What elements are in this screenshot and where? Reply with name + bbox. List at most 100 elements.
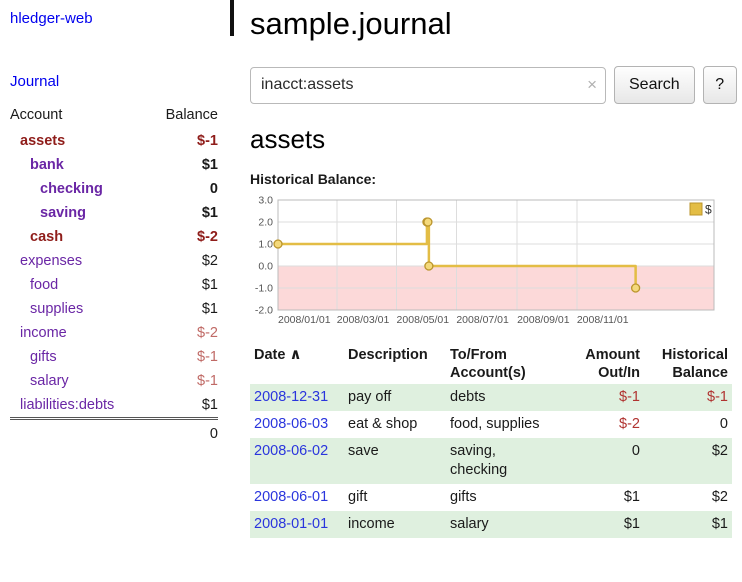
app-title-link[interactable]: hledger-web (10, 10, 238, 27)
account-balance: $1 (148, 297, 218, 321)
account-balance: 0 (148, 177, 218, 201)
search-button[interactable]: Search (614, 66, 695, 104)
search-box: × (250, 67, 606, 104)
transaction-amount: $-1 (558, 384, 644, 411)
svg-text:2008/01/01: 2008/01/01 (278, 314, 331, 326)
transaction-description: gift (344, 484, 446, 511)
total-balance: 0 (148, 419, 218, 447)
transaction-date-cell: 2008-06-01 (250, 484, 344, 511)
date-column-header[interactable]: Date ∧ (250, 344, 344, 384)
account-row: assets $-1 (10, 129, 218, 153)
register-row: 2008-06-01giftgifts$1$2 (250, 484, 732, 511)
svg-text:2008/07/01: 2008/07/01 (456, 314, 509, 326)
account-row: saving $1 (10, 201, 218, 225)
sidebar-item-journal[interactable]: Journal (10, 73, 238, 90)
account-heading: assets (250, 124, 737, 155)
svg-text:-1.0: -1.0 (255, 283, 273, 295)
transaction-amount: $1 (558, 484, 644, 511)
account-link-income[interactable]: income (20, 325, 67, 341)
svg-text:2.0: 2.0 (258, 217, 273, 229)
account-row: gifts $-1 (10, 345, 218, 369)
account-balance: $-1 (148, 345, 218, 369)
legend-label: $ (705, 203, 712, 217)
data-point-marker (274, 240, 282, 248)
account-row: liabilities:debts $1 (10, 393, 218, 419)
transaction-amount: 0 (558, 438, 644, 484)
historical-balance-chart: 3.0 2.0 1.0 0.0 -1.0 -2.0 2008/01/01 2008/03/01… (250, 195, 716, 328)
sidebar-scrollbar-thumb[interactable] (230, 0, 234, 36)
transaction-description: income (344, 511, 446, 538)
transaction-accounts: salary (446, 511, 558, 538)
total-row: 0 (10, 419, 218, 447)
transaction-date-link[interactable]: 2008-01-01 (254, 516, 328, 532)
account-column-header: Account (10, 104, 148, 129)
historical-balance-column-header: Historical Balance (644, 344, 732, 384)
account-row: food $1 (10, 273, 218, 297)
svg-text:0.0: 0.0 (258, 261, 273, 273)
clear-search-icon[interactable]: × (587, 75, 597, 95)
account-balance: $-2 (148, 321, 218, 345)
amount-column-header: Amount Out/In (558, 344, 644, 384)
svg-text:1.0: 1.0 (258, 239, 273, 251)
account-row: supplies $1 (10, 297, 218, 321)
transaction-date-link[interactable]: 2008-12-31 (254, 389, 328, 405)
transaction-balance: $1 (644, 511, 732, 538)
register-row: 2008-06-02 savesaving, checking0$2 (250, 438, 732, 484)
legend-swatch (690, 203, 702, 215)
svg-text:-2.0: -2.0 (255, 305, 273, 317)
svg-text:2008/03/01: 2008/03/01 (337, 314, 390, 326)
account-link-assets[interactable]: assets (20, 133, 65, 149)
account-link-gifts[interactable]: gifts (30, 349, 57, 365)
chart-heading: Historical Balance: (250, 171, 737, 187)
balance-column-header: Balance (148, 104, 218, 129)
transaction-balance: $2 (644, 438, 732, 484)
svg-text:2008/09/01: 2008/09/01 (517, 314, 570, 326)
account-link-liabilities-debts[interactable]: liabilities:debts (20, 397, 114, 413)
date-column-label: Date (254, 347, 285, 363)
transaction-date-cell: 2008-01-01 (250, 511, 344, 538)
transaction-balance: $2 (644, 484, 732, 511)
account-balance: $1 (148, 393, 218, 419)
account-link-bank[interactable]: bank (30, 157, 64, 173)
sort-ascending-icon: ∧ (289, 346, 301, 363)
transaction-date-link[interactable]: 2008-06-01 (254, 489, 328, 505)
search-input[interactable] (250, 67, 606, 104)
account-row: cash $-2 (10, 225, 218, 249)
transaction-description: eat & shop (344, 411, 446, 438)
account-link-saving[interactable]: saving (40, 205, 86, 221)
account-row: bank$1 (10, 153, 218, 177)
transaction-date-cell: 2008-06-02 (250, 438, 344, 484)
account-balance: $-1 (148, 129, 218, 153)
register-row: 2008-12-31pay offdebts$-1$-1 (250, 384, 732, 411)
description-column-header: Description (344, 344, 446, 384)
account-balance: $1 (148, 273, 218, 297)
search-form: × Search ? (250, 66, 737, 104)
account-balance: $-2 (148, 225, 218, 249)
account-balance: $1 (148, 201, 218, 225)
transaction-description: save (344, 438, 446, 484)
account-table-header-row: Account Balance (10, 104, 218, 129)
svg-text:3.0: 3.0 (258, 195, 273, 207)
account-row: expenses$2 (10, 249, 218, 273)
data-point-marker (425, 262, 433, 270)
account-link-cash[interactable]: cash (30, 229, 63, 245)
transaction-accounts: saving, checking (446, 438, 558, 484)
help-button[interactable]: ? (703, 66, 737, 104)
accounts-column-header: To/From Account(s) (446, 344, 558, 384)
account-link-supplies[interactable]: supplies (30, 301, 83, 317)
transaction-balance: $-1 (644, 384, 732, 411)
account-link-checking[interactable]: checking (40, 181, 103, 197)
svg-text:2008/11/01: 2008/11/01 (577, 314, 629, 326)
transaction-description: pay off (344, 384, 446, 411)
transaction-amount: $1 (558, 511, 644, 538)
account-link-expenses[interactable]: expenses (20, 253, 82, 269)
transaction-date-link[interactable]: 2008-06-03 (254, 416, 328, 432)
account-row: checking 0 (10, 177, 218, 201)
account-rows: assets$-1bank$1checking0saving$1cash$-2e… (10, 129, 218, 419)
account-link-salary[interactable]: salary (30, 373, 69, 389)
transaction-date-link[interactable]: 2008-06-02 (254, 443, 328, 459)
total-row-spacer (10, 419, 148, 447)
register-row: 2008-01-01incomesalary$1$1 (250, 511, 732, 538)
transaction-accounts: food, supplies (446, 411, 558, 438)
account-link-food[interactable]: food (30, 277, 58, 293)
